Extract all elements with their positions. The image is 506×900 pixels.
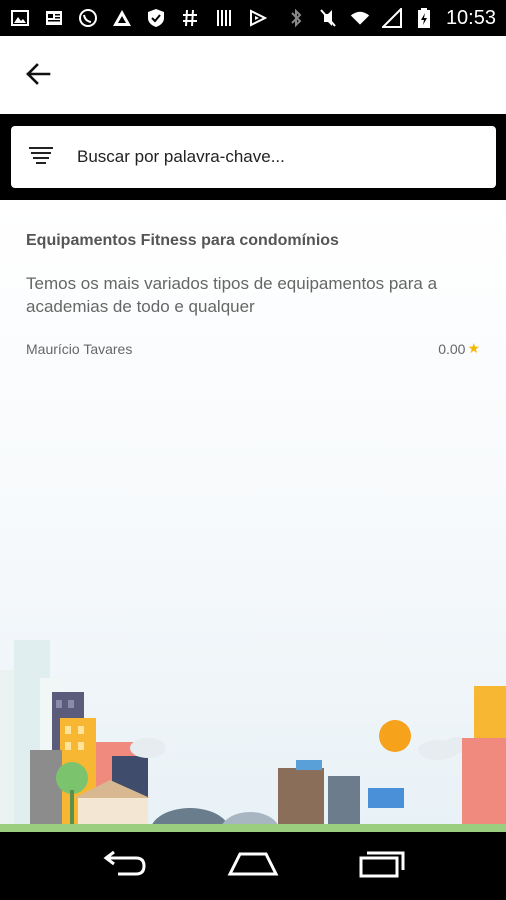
app-bar	[0, 36, 506, 114]
signal-icon	[381, 8, 402, 28]
image-icon	[10, 8, 30, 28]
back-button[interactable]	[20, 58, 56, 94]
home-nav-icon	[226, 850, 280, 883]
triangle-app-icon	[112, 8, 132, 28]
shield-check-icon	[146, 8, 166, 28]
status-bar: 10:53	[0, 0, 506, 36]
nav-recents-button[interactable]	[352, 846, 412, 886]
rating-value: 0.00	[438, 340, 466, 357]
nav-back-button[interactable]	[94, 846, 154, 886]
hashtag-icon	[180, 8, 200, 28]
result-title: Equipamentos Fitness para condomínios	[26, 232, 339, 249]
whatsapp-icon	[78, 8, 98, 28]
result-footer: Maurício Tavares 0.00 ★	[26, 340, 480, 357]
navigation-bar	[0, 832, 506, 900]
filter-button[interactable]	[23, 139, 59, 175]
battery-charging-icon	[414, 8, 434, 28]
clock: 10:53	[445, 6, 496, 29]
feedly-icon	[248, 8, 268, 28]
arrow-left-icon	[25, 61, 51, 92]
bluetooth-icon	[286, 8, 306, 28]
back-nav-icon	[100, 850, 148, 883]
results-area: Equipamentos Fitness para condomínios Te…	[0, 200, 506, 832]
mute-icon	[318, 8, 338, 28]
barcode-icon	[214, 8, 234, 28]
result-author: Maurício Tavares	[26, 340, 133, 357]
notification-icons	[10, 8, 286, 28]
result-card[interactable]: Equipamentos Fitness para condomínios Te…	[0, 200, 506, 357]
search-input[interactable]	[77, 147, 477, 167]
result-description: Temos os mais variados tipos de equipame…	[26, 274, 438, 316]
filter-list-icon	[29, 146, 53, 169]
nav-home-button[interactable]	[223, 846, 283, 886]
wifi-icon	[350, 8, 370, 28]
news-icon	[44, 8, 64, 28]
recents-nav-icon	[357, 850, 407, 883]
system-status-icons: 10:53	[286, 7, 496, 30]
result-rating: 0.00 ★	[438, 340, 480, 357]
star-icon: ★	[467, 340, 480, 356]
search-bar	[11, 126, 496, 188]
search-bar-container	[0, 114, 506, 200]
